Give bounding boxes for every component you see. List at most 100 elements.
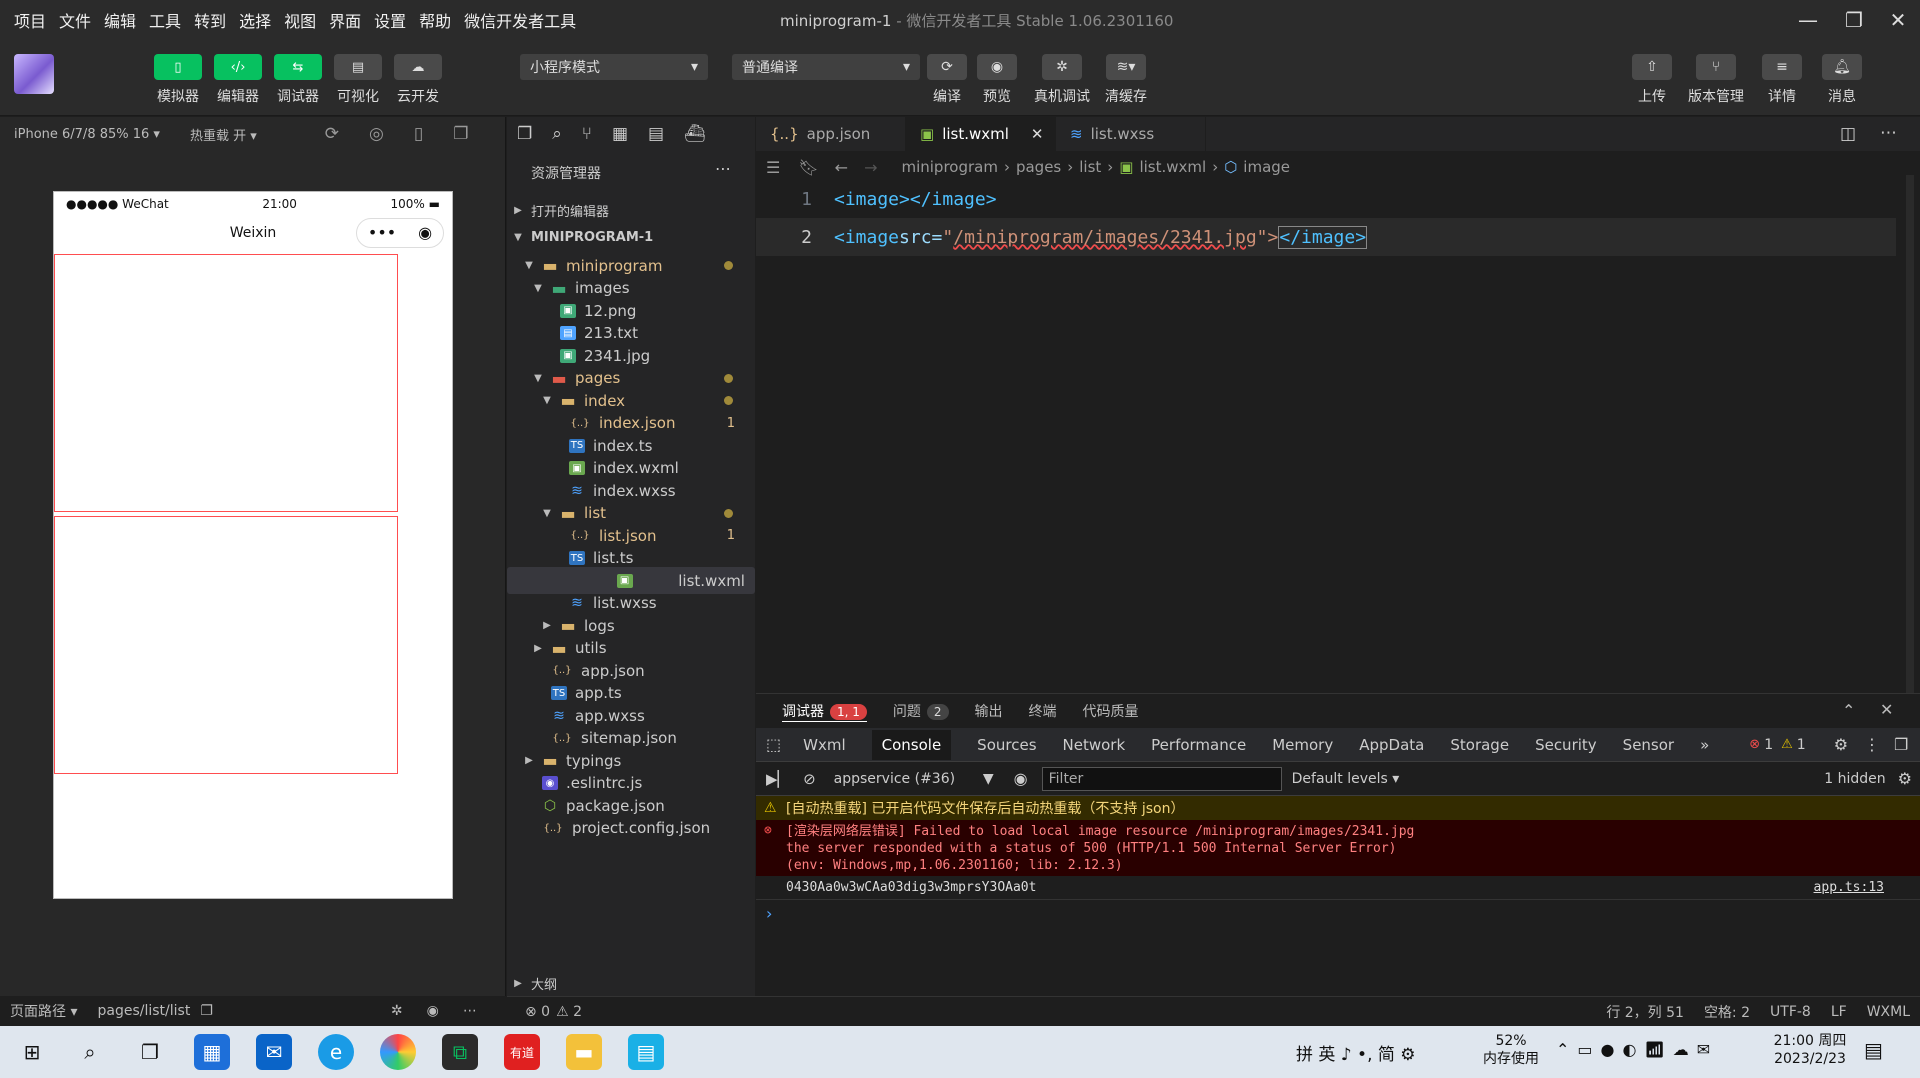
crumb-list[interactable]: list — [1079, 158, 1101, 176]
visual-button[interactable]: ▤ 可视化 — [332, 54, 384, 106]
hot-reload-toggle[interactable]: 热重载 开 ▾ — [190, 125, 257, 144]
page-path-label[interactable]: 页面路径 ▾ — [10, 1001, 77, 1021]
line-ending[interactable]: LF — [1831, 1004, 1847, 1020]
dock-icon[interactable]: ❐ — [1894, 735, 1908, 754]
tab-terminal[interactable]: 终端 — [1029, 701, 1057, 721]
tab-debugger[interactable]: 调试器 1, 1 — [782, 701, 867, 722]
minimize-button[interactable]: — — [1784, 0, 1832, 40]
compile-mode-select[interactable]: 普通编译 ▾ — [732, 54, 920, 80]
ime-indicators[interactable]: 拼 英 ♪ •, 简 ⚙ — [1296, 1040, 1416, 1065]
chrome-icon[interactable] — [380, 1034, 416, 1070]
version-control-button[interactable]: ⑂ 版本管理 — [1686, 54, 1746, 106]
more-icon[interactable]: ••• — [368, 216, 396, 250]
crumb-pages[interactable]: pages — [1016, 158, 1061, 176]
tray-icons[interactable]: ⌃▭●◐📶︎☁✉ — [1556, 1040, 1718, 1059]
tab-list-wxml[interactable]: ▣ list.wxml ✕ — [906, 117, 1056, 151]
list-icon[interactable]: ☰ — [766, 158, 780, 177]
encoding[interactable]: UTF-8 — [1770, 1004, 1811, 1020]
code-line-2[interactable]: 2 <image src= "/miniprogram/images/2341.j… — [756, 218, 1896, 256]
notepad-icon[interactable]: ▤ — [628, 1034, 664, 1070]
menu-item-help[interactable]: 帮助 — [419, 8, 451, 32]
phone-icon[interactable]: ▯ — [414, 124, 423, 144]
copy-icon[interactable]: ❐ — [200, 1003, 213, 1019]
menu-item-select[interactable]: 选择 — [239, 8, 271, 32]
source-link[interactable]: app.ts:13 — [1814, 880, 1884, 895]
kebab-icon[interactable]: ⋮ — [1864, 735, 1880, 754]
tree-item[interactable]: {..} project.config.json — [507, 815, 755, 842]
preview-button[interactable]: ◉ 预览 — [967, 54, 1027, 106]
stop-icon[interactable]: ◎ — [369, 124, 384, 144]
tab-appdata[interactable]: AppData — [1359, 736, 1424, 754]
indent-setting[interactable]: 空格: 2 — [1704, 1002, 1750, 1022]
crumb-element[interactable]: image — [1243, 158, 1290, 176]
panel-icon[interactable]: ▤ — [648, 124, 664, 144]
notification-icon[interactable]: ▤ — [1864, 1038, 1883, 1062]
tab-wxml[interactable]: Wxml — [803, 736, 846, 754]
console-error[interactable]: ⊗ [渲染层网络层错误] Failed to load local image … — [756, 820, 1920, 876]
menu-item-tools[interactable]: 工具 — [149, 8, 181, 32]
menu-item-settings[interactable]: 设置 — [374, 8, 406, 32]
bookmark-icon[interactable]: 🔖︎ — [798, 158, 818, 177]
menu-item-project[interactable]: 项目 — [14, 8, 46, 32]
tab-code-quality[interactable]: 代码质量 — [1083, 701, 1139, 721]
tab-network[interactable]: Network — [1063, 736, 1126, 754]
tab-app-json[interactable]: {..} app.json — [756, 117, 906, 151]
tab-memory[interactable]: Memory — [1272, 736, 1333, 754]
tab-performance[interactable]: Performance — [1151, 736, 1246, 754]
section-project[interactable]: ▼ MINIPROGRAM-1 — [507, 224, 755, 251]
task-view-icon[interactable]: ❐ — [132, 1034, 168, 1070]
menu-item-goto[interactable]: 转到 — [194, 8, 226, 32]
tab-sources[interactable]: Sources — [977, 736, 1036, 754]
extensions-icon[interactable]: ▦ — [612, 124, 628, 144]
youdao-icon[interactable]: 有道 — [504, 1034, 540, 1070]
refresh-icon[interactable]: ⟳ — [325, 124, 339, 144]
windows-start-icon[interactable]: ⊞ — [14, 1034, 50, 1070]
remote-debug-button[interactable]: ✲ 真机调试 — [1032, 54, 1092, 106]
search-icon[interactable]: ⌕ — [552, 124, 562, 144]
mode-select[interactable]: 小程序模式 ▾ — [520, 54, 708, 80]
context-select[interactable]: appservice (#36) ▼ — [834, 771, 994, 787]
menu-item-devtools[interactable]: 微信开发者工具 — [464, 8, 576, 32]
language-mode[interactable]: WXML — [1867, 1004, 1910, 1020]
bug-icon[interactable]: ✲ — [391, 1003, 403, 1019]
close-tab-icon[interactable]: ✕ — [1031, 125, 1044, 143]
gear-icon[interactable]: ⚙ — [1834, 735, 1848, 754]
docker-icon[interactable]: ⛴ — [684, 124, 706, 144]
crumb-miniprogram[interactable]: miniprogram — [901, 158, 997, 176]
cloud-dev-button[interactable]: ☁ 云开发 — [392, 54, 444, 106]
clear-console-icon[interactable]: ⊘ — [803, 770, 816, 788]
tab-problems[interactable]: 问题 2 — [893, 701, 949, 721]
sidebar-toggle-icon[interactable]: ▶▏ — [766, 770, 789, 788]
details-button[interactable]: ≡ 详情 — [1752, 54, 1812, 106]
menu-item-view[interactable]: 视图 — [284, 8, 316, 32]
more-actions-icon[interactable]: ⋯ — [1880, 123, 1897, 143]
avatar[interactable] — [14, 54, 54, 94]
explorer-more-icon[interactable]: ⋯ — [715, 159, 731, 178]
editor-scrollbar[interactable] — [1906, 175, 1914, 693]
tab-list-wxss[interactable]: ≋ list.wxss — [1056, 117, 1206, 151]
editor-button[interactable]: ‹/› 编辑器 — [212, 54, 264, 106]
tab-security[interactable]: Security — [1535, 736, 1597, 754]
inspect-icon[interactable]: ⬚ — [766, 735, 781, 754]
console-prompt[interactable]: › — [766, 904, 772, 923]
back-icon[interactable]: ← — [835, 158, 848, 177]
tab-output[interactable]: 输出 — [975, 701, 1003, 721]
clear-cache-button[interactable]: ≋▾ 清缓存 — [1096, 54, 1156, 106]
debugger-button[interactable]: ⇆ 调试器 — [272, 54, 324, 106]
tab-storage[interactable]: Storage — [1450, 736, 1509, 754]
filter-input[interactable]: Filter — [1041, 766, 1282, 791]
tab-sensor[interactable]: Sensor — [1623, 736, 1674, 754]
section-outline[interactable]: ▶ 大纲 — [507, 970, 755, 997]
chevron-up-icon[interactable]: ⌃ — [1842, 701, 1855, 720]
upload-button[interactable]: ⇧ 上传 — [1622, 54, 1682, 106]
menu-item-interface[interactable]: 界面 — [329, 8, 361, 32]
eye-icon[interactable]: ◉ — [427, 1003, 439, 1019]
close-mini-icon[interactable]: ◉ — [418, 216, 432, 250]
capsule-menu[interactable]: ••• ◉ — [356, 218, 444, 248]
crumb-file[interactable]: list.wxml — [1139, 158, 1206, 176]
status-errors[interactable]: ⊗ 0 — [525, 1004, 550, 1020]
mail-icon[interactable]: ✉ — [256, 1034, 292, 1070]
folder-icon[interactable]: ▬ — [566, 1034, 602, 1070]
section-open-editors[interactable]: ▶ 打开的编辑器 — [507, 197, 755, 224]
more-tabs-button[interactable]: » — [1700, 736, 1709, 754]
